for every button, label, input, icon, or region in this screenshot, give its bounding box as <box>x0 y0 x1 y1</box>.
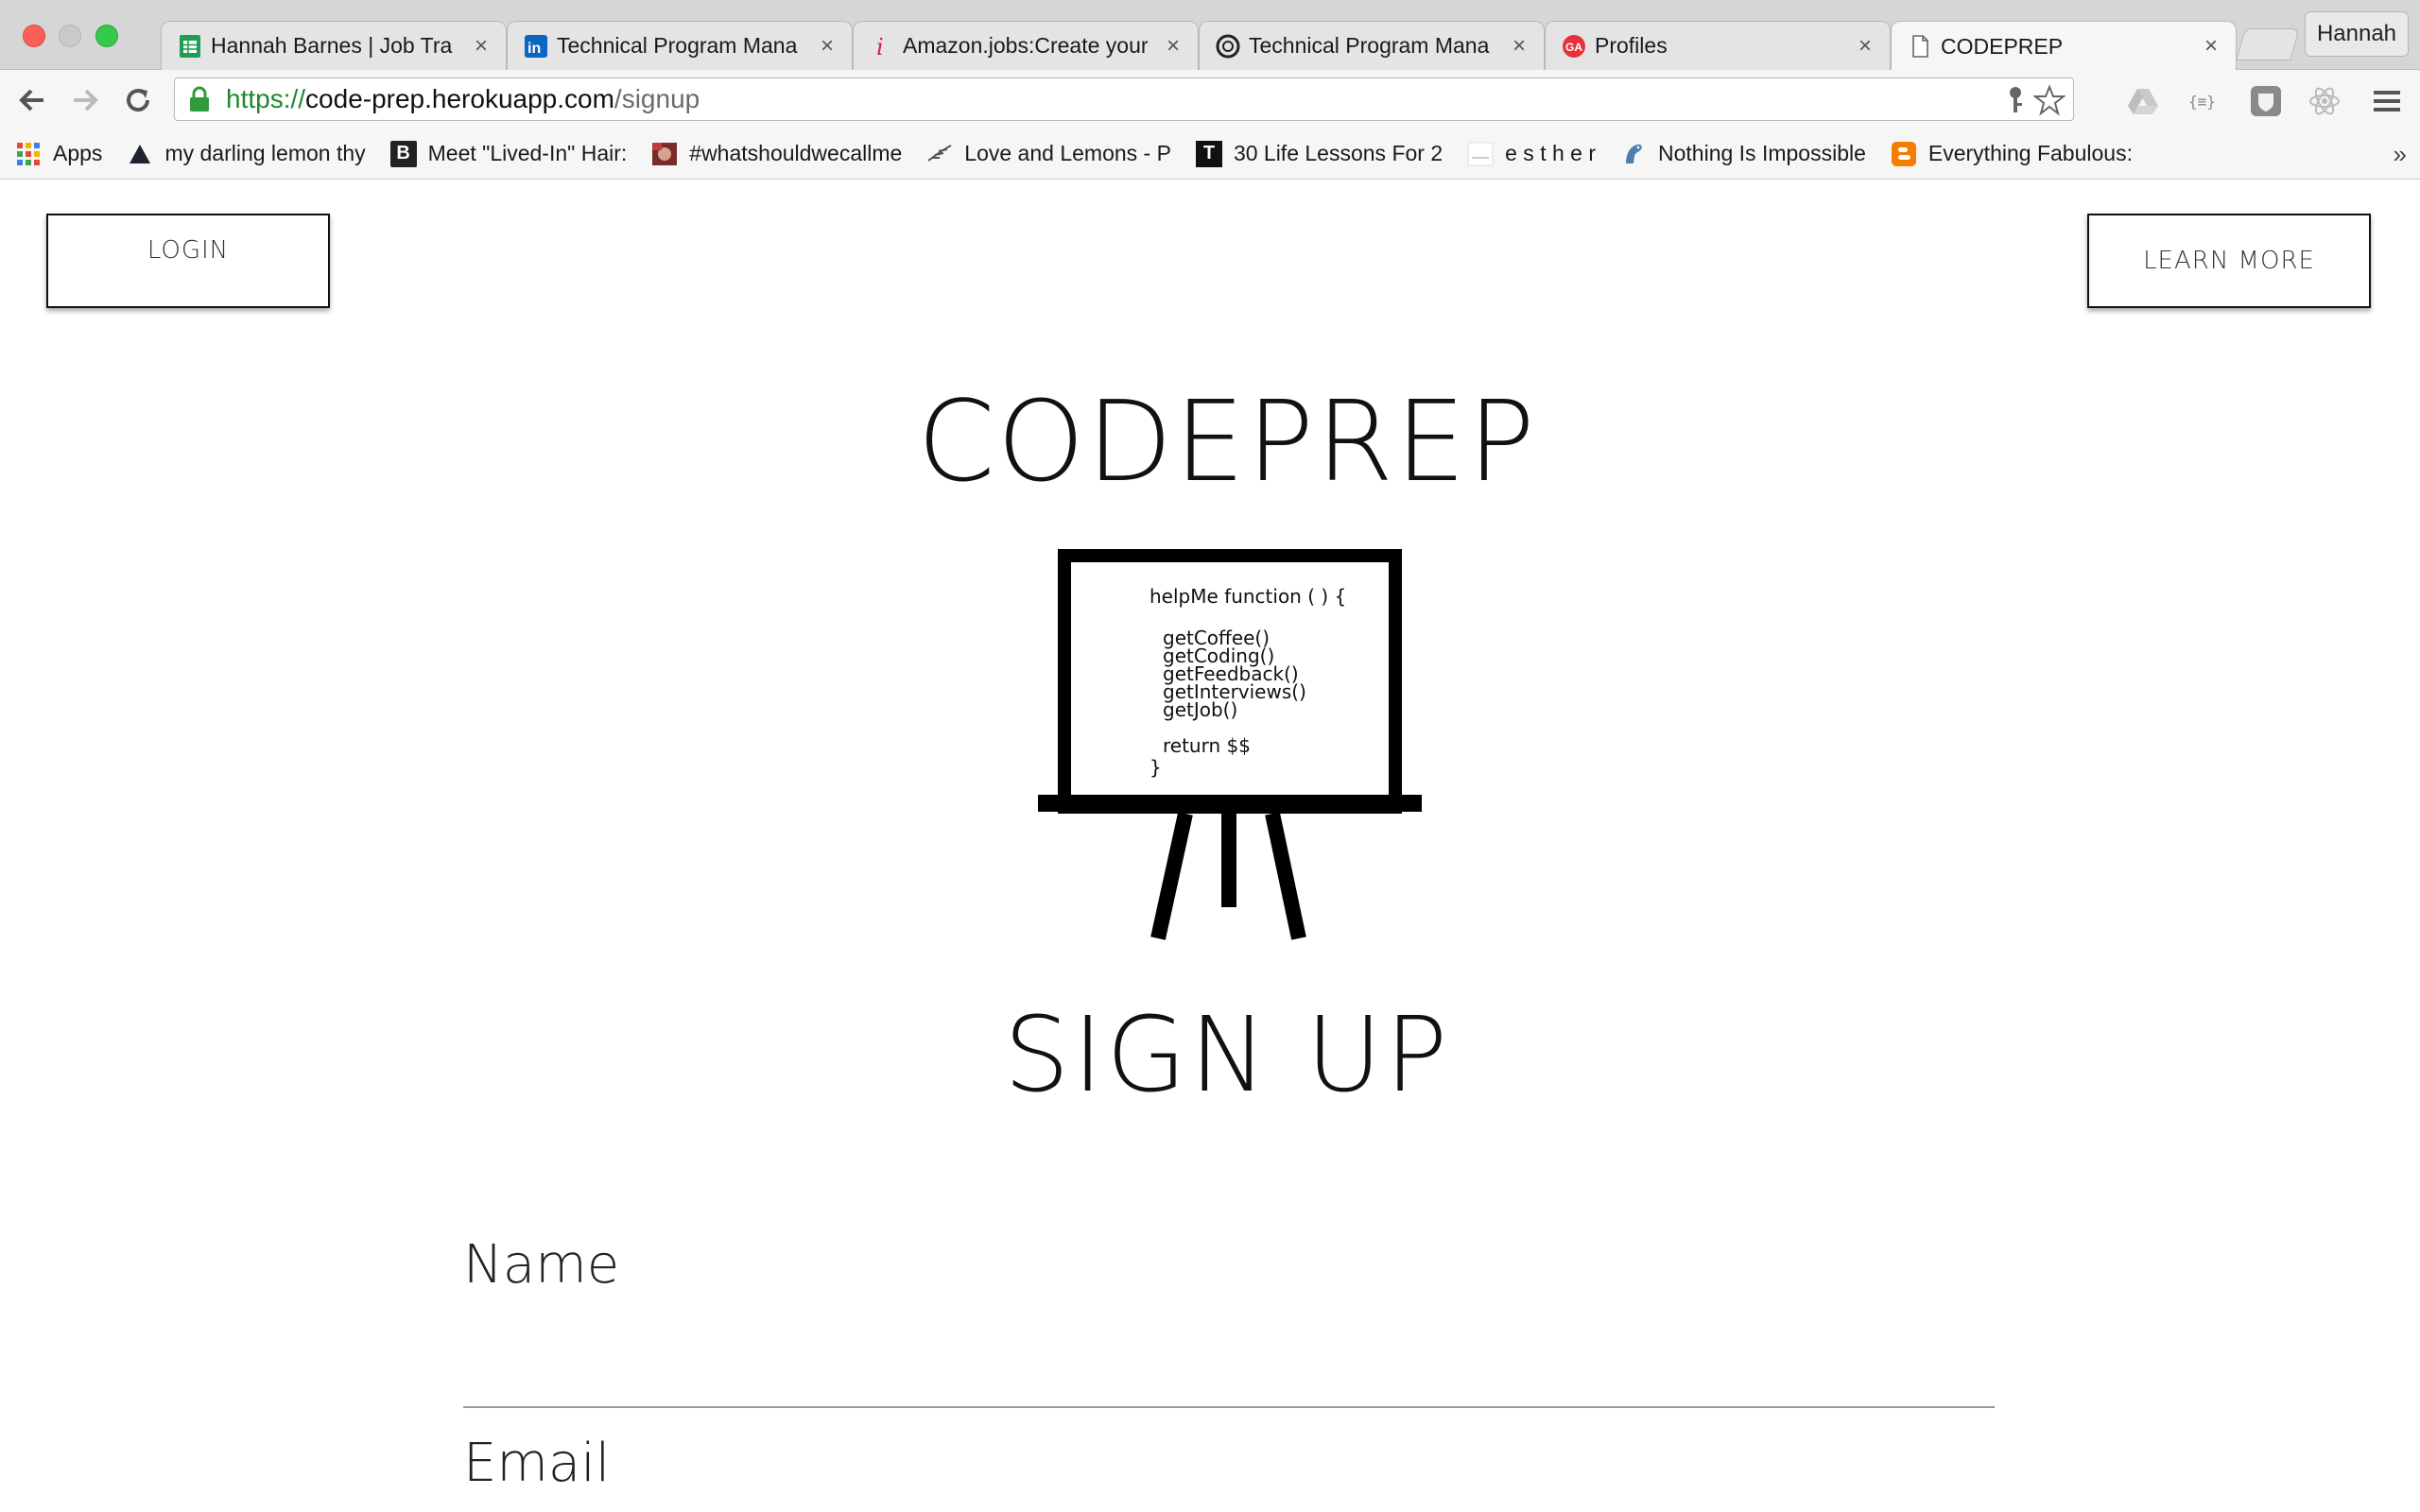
bookmark-label: Apps <box>53 141 103 165</box>
google-drive-icon[interactable] <box>2125 83 2161 119</box>
easel-left-leg <box>1150 812 1193 940</box>
triangle-icon <box>127 141 153 167</box>
board-code-line: } <box>1150 756 1162 779</box>
easel-illustration: helpMe function ( ) { getCoffee() getCod… <box>1038 549 1422 940</box>
learn-more-button[interactable]: LEARN MORE <box>2087 214 2371 308</box>
email-label: Email <box>463 1433 611 1494</box>
bookmark-label: Nothing Is Impossible <box>1658 141 1866 165</box>
board-code-line: getJob() <box>1163 698 1237 721</box>
name-input[interactable] <box>463 1342 1995 1408</box>
bookmarks-overflow-chevron-icon[interactable]: » <box>2394 140 2407 169</box>
minimize-window-button[interactable] <box>59 25 81 47</box>
url-path: /signup <box>614 84 700 113</box>
feather-icon <box>926 141 953 167</box>
amazon-jobs-icon: i <box>869 33 895 60</box>
back-button[interactable] <box>15 83 49 117</box>
login-button[interactable]: LOGIN <box>46 214 330 308</box>
easel-right-leg <box>1265 812 1306 940</box>
tab-amazon-jobs[interactable]: i Amazon.jobs:Create your × <box>853 21 1199 70</box>
new-tab-button[interactable] <box>2236 28 2300 60</box>
name-label: Name <box>463 1234 620 1296</box>
key-icon[interactable] <box>1999 84 2031 116</box>
close-icon[interactable]: × <box>1162 34 1184 58</box>
svg-text:GA: GA <box>1565 41 1582 54</box>
maximize-window-button[interactable] <box>95 25 118 47</box>
tab-technical-program[interactable]: Technical Program Mana × <box>1199 21 1545 70</box>
close-window-button[interactable] <box>23 25 45 47</box>
brand-title: CODEPREP <box>917 376 1537 507</box>
browser-toolbar: https://code-prep.herokuapp.com/signup {… <box>0 70 2420 129</box>
bookmark-lived-in-hair[interactable]: B Meet "Lived-In" Hair: <box>389 140 628 167</box>
react-devtools-icon[interactable] <box>2307 83 2342 119</box>
easel-ledge <box>1038 795 1422 812</box>
tab-label: Technical Program Mana <box>557 33 798 58</box>
svg-text:i: i <box>876 34 884 59</box>
bookmark-everything-fabulous[interactable]: Everything Fabulous: <box>1891 141 2133 167</box>
forward-arrow-icon <box>74 89 98 112</box>
reload-button[interactable] <box>121 83 155 117</box>
tab-label: Profiles <box>1595 33 1668 58</box>
bookmark-label: #whatshouldwecallme <box>689 141 903 165</box>
bookmark-love-and-lemons[interactable]: Love and Lemons - P <box>926 141 1171 167</box>
profile-button[interactable]: Hannah <box>2305 11 2409 57</box>
blogger-icon <box>1891 141 1917 167</box>
url-host: code-prep.herokuapp.com <box>305 84 614 113</box>
reload-icon <box>127 89 149 112</box>
bookmarks-bar: Apps my darling lemon thy B Meet "Lived-… <box>0 129 2420 180</box>
apps-grid-icon <box>15 141 42 167</box>
board-code-line: helpMe function ( ) { <box>1150 585 1346 608</box>
bookmark-label: my darling lemon thy <box>164 141 366 165</box>
close-icon[interactable]: × <box>1508 34 1530 58</box>
b-logo-icon: B <box>389 140 417 167</box>
close-icon[interactable]: × <box>470 34 493 58</box>
close-icon[interactable]: × <box>2200 35 2222 58</box>
bookmark-label: Everything Fabulous: <box>1927 141 2133 165</box>
bookmark-label: 30 Life Lessons For 2 <box>1233 141 1443 165</box>
tab-label: Amazon.jobs:Create your <box>903 33 1149 58</box>
t-logo-icon: T <box>1195 140 1222 167</box>
bookmark-label: Love and Lemons - P <box>964 141 1171 165</box>
bookmark-nothing-is-impossible[interactable]: Nothing Is Impossible <box>1620 141 1866 167</box>
menu-icon[interactable] <box>2369 83 2405 119</box>
svg-text:in: in <box>527 41 541 57</box>
url-scheme: https:// <box>226 84 306 113</box>
bookmark-my-darling-lemon[interactable]: my darling lemon thy <box>127 141 366 167</box>
shield-extension-icon[interactable] <box>2248 83 2284 119</box>
close-icon[interactable]: × <box>816 34 838 58</box>
tab-codeprep[interactable]: CODEPREP × <box>1891 21 2237 71</box>
tab-linkedin[interactable]: in Technical Program Mana × <box>507 21 853 70</box>
linkedin-icon: in <box>523 33 549 60</box>
board-code-line: return $$ <box>1163 734 1251 757</box>
photo-icon <box>651 141 678 167</box>
back-arrow-icon <box>19 89 43 112</box>
forward-button[interactable] <box>68 83 102 117</box>
bookmark-label: Meet "Lived-In" Hair: <box>427 141 628 165</box>
tab-label: CODEPREP <box>1941 33 2064 59</box>
address-bar[interactable]: https://code-prep.herokuapp.com/signup <box>174 77 2074 121</box>
bookmark-label: e s t h e r <box>1505 141 1596 165</box>
bookmark-apps[interactable]: Apps <box>15 141 102 167</box>
tab-profiles[interactable]: GA Profiles × <box>1545 21 1891 70</box>
svg-text:{≡}: {≡} <box>2188 93 2216 111</box>
circle-logo-icon <box>1215 33 1241 60</box>
signup-heading: SIGN UP <box>1003 994 1451 1115</box>
tab-job-tracker[interactable]: Hannah Barnes | Job Tra × <box>161 21 507 70</box>
bookmark-esther[interactable]: e s t h e r <box>1467 141 1596 167</box>
google-sheets-icon <box>177 33 203 60</box>
bookmark-30-life-lessons[interactable]: T 30 Life Lessons For 2 <box>1195 140 1443 167</box>
document-icon <box>1907 33 1933 60</box>
lock-icon <box>190 86 209 112</box>
general-assembly-icon: GA <box>1561 33 1587 60</box>
browser-titlebar: Hannah Barnes | Job Tra × in Technical P… <box>0 0 2420 71</box>
tab-label: Hannah Barnes | Job Tra <box>211 33 453 58</box>
bookmark-whatshouldwecallme[interactable]: #whatshouldwecallme <box>651 141 902 167</box>
close-icon[interactable]: × <box>1854 34 1876 58</box>
bookmark-star-icon[interactable] <box>2033 84 2066 116</box>
tab-label: Technical Program Mana <box>1249 33 1490 58</box>
json-formatter-icon[interactable]: {≡} <box>2187 83 2223 119</box>
bird-icon <box>1620 141 1647 167</box>
esther-icon <box>1467 141 1494 167</box>
